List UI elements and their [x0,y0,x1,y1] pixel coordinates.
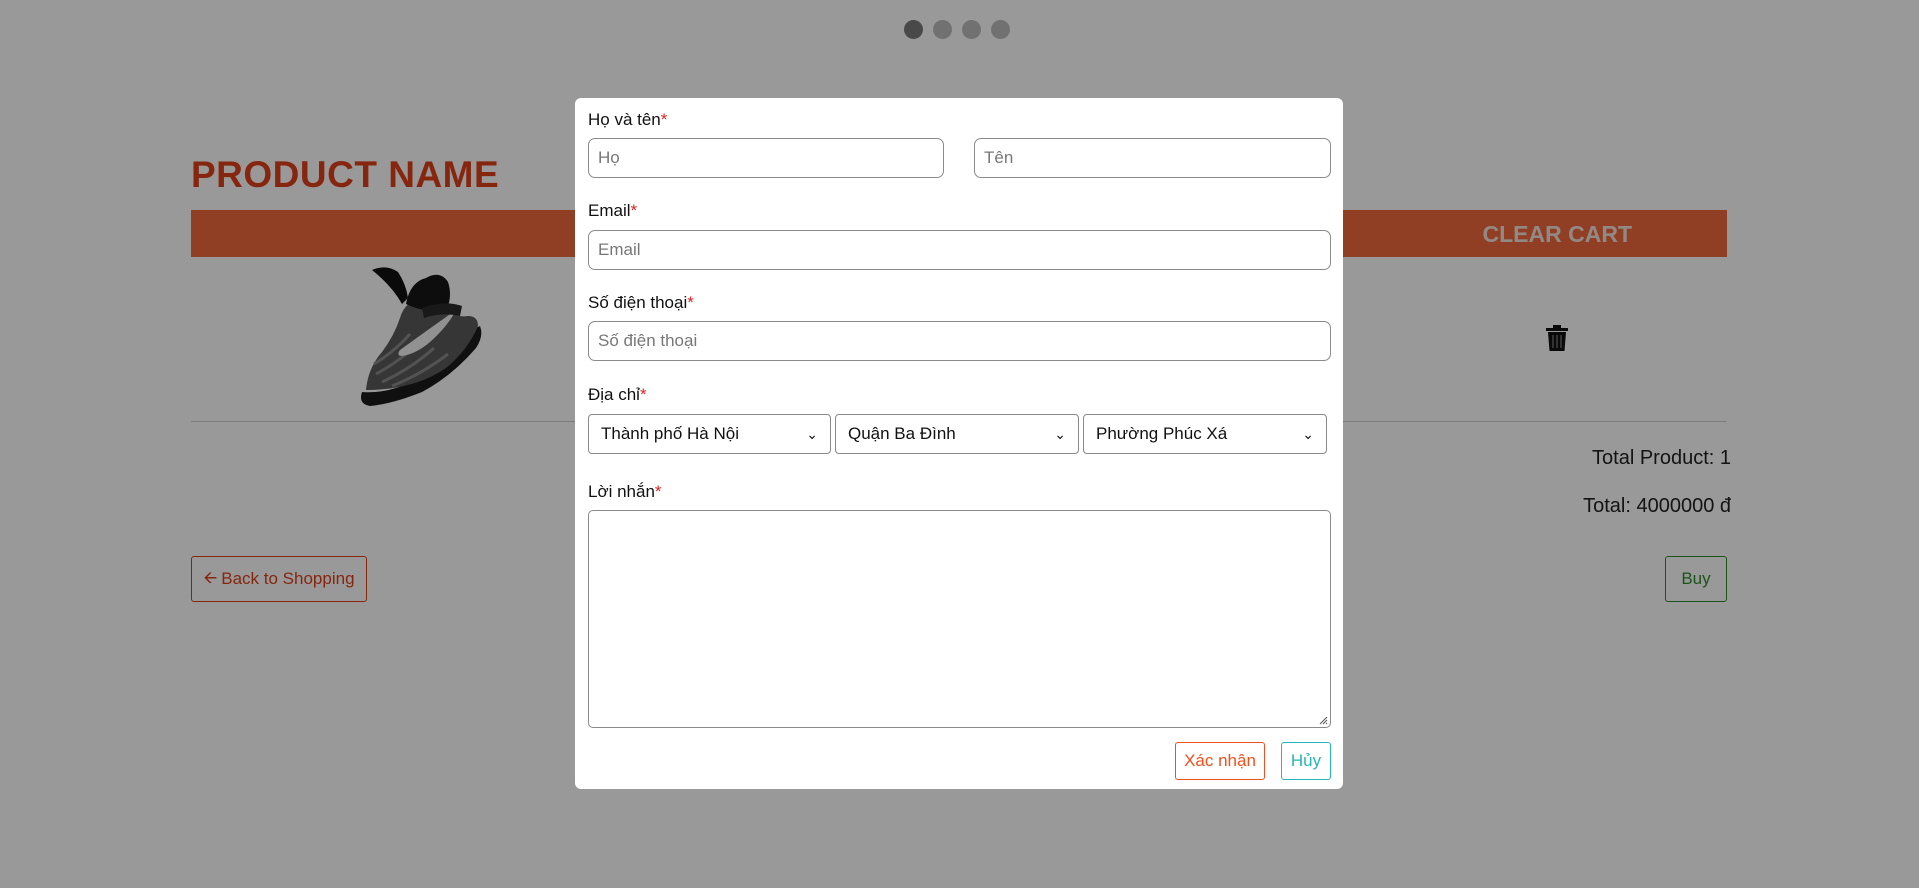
address-label-text: Địa chỉ [588,385,640,404]
name-label: Họ và tên* [588,110,667,130]
email-label-text: Email [588,201,631,220]
phone-input[interactable] [588,321,1331,361]
required-mark: * [630,201,638,220]
phone-label-text: Số điện thoại [588,293,688,312]
email-label: Email* [588,201,637,221]
city-select-value: Thành phố Hà Nội [601,424,739,443]
checkout-modal: Họ và tên* Email* Số điện thoại* Địa chỉ… [575,98,1343,789]
chevron-down-icon: ⌄ [1054,425,1066,442]
resize-grip-icon[interactable] [1318,715,1328,725]
message-label: Lời nhắn* [588,482,662,502]
phone-label: Số điện thoại* [588,293,694,313]
chevron-down-icon: ⌄ [806,425,818,442]
required-mark: * [654,482,662,501]
last-name-input[interactable] [588,138,944,178]
address-label: Địa chỉ* [588,385,647,405]
message-textarea[interactable] [588,510,1331,728]
required-mark: * [639,385,647,404]
ward-select[interactable]: Phường Phúc Xá ⌄ [1083,414,1327,454]
required-mark: * [687,293,694,312]
cancel-button[interactable]: Hủy [1281,742,1331,780]
ward-select-value: Phường Phúc Xá [1096,424,1228,443]
district-select[interactable]: Quận Ba Đình ⌄ [835,414,1079,454]
name-label-text: Họ và tên [588,110,661,129]
first-name-input[interactable] [974,138,1331,178]
district-select-value: Quận Ba Đình [848,424,956,443]
required-mark: * [660,110,668,129]
message-label-text: Lời nhắn [588,482,655,501]
confirm-button[interactable]: Xác nhận [1175,742,1265,780]
email-input[interactable] [588,230,1331,270]
cart-page: PRODUCT NAME CLEAR CART Total Product: 1… [0,0,1919,888]
chevron-down-icon: ⌄ [1302,425,1314,442]
city-select[interactable]: Thành phố Hà Nội ⌄ [588,414,831,454]
